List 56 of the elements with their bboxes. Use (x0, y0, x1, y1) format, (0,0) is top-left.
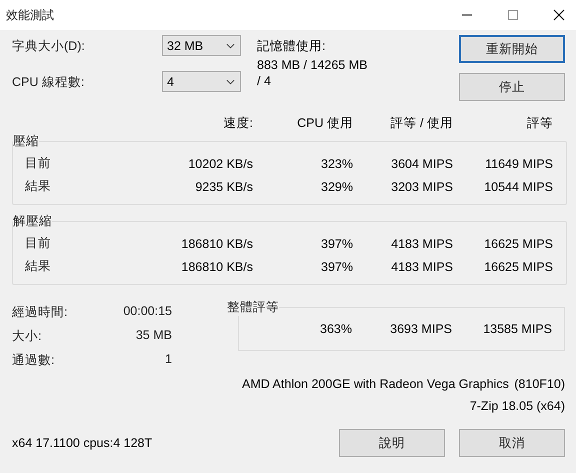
maximize-icon[interactable] (507, 9, 519, 21)
value-text: 4183 MIPS (390, 236, 453, 250)
stat-value: 00:00:15 (123, 304, 172, 320)
value-text: 16625 MIPS (483, 236, 553, 250)
row-label: 結果 (25, 178, 52, 195)
value-text: 11649 MIPS (484, 156, 553, 170)
value-text: 10202 KB/s (187, 156, 253, 170)
stat-value: 35 MB (136, 328, 172, 344)
version-text: 7-Zip 18.05 (x64) (468, 399, 565, 413)
setting-label: CPU 線程數: (12, 74, 86, 91)
value-text: 397% (320, 260, 353, 274)
info-text: / 4 (257, 74, 271, 88)
value-text: 3693 MIPS (389, 322, 452, 336)
setting-label: 字典大小(D): (12, 38, 86, 55)
value-text: 186810 KB/s (180, 260, 253, 274)
cpu-id: (810F10) (514, 377, 565, 391)
value-text: 3203 MIPS (390, 180, 453, 194)
value-text: 13585 MIPS (482, 322, 552, 336)
stat-label: 大小: (12, 328, 42, 345)
value-text: 363% (319, 322, 352, 336)
group-title: 整體評等 (227, 299, 279, 316)
button[interactable]: 停止 (459, 73, 565, 101)
value-text: 397% (320, 236, 353, 250)
value-text: 186810 KB/s (180, 236, 253, 250)
stat-value: 1 (165, 352, 172, 368)
group-title: 解壓縮 (13, 213, 52, 230)
value-text: 3604 MIPS (390, 156, 453, 170)
row-label: 結果 (25, 258, 52, 275)
row-label: 目前 (25, 235, 52, 252)
group-title: 壓縮 (13, 133, 39, 150)
value-text: 329% (320, 180, 353, 194)
cpu-name: AMD Athlon 200GE with Radeon Vega Graphics (242, 377, 509, 391)
value-text: 10544 MIPS (483, 180, 553, 194)
column-header: 評等 / 使用 (390, 115, 453, 132)
caret-icon (226, 78, 235, 84)
value-text: 4183 MIPS (390, 260, 453, 274)
button[interactable]: 說明 (339, 429, 445, 457)
info-text: 883 MB / 14265 MB (257, 58, 368, 72)
column-header: 速度: (222, 115, 253, 132)
dropdown[interactable]: 32 MB (162, 35, 241, 56)
stat-label: 經過時間: (12, 304, 68, 321)
column-header: CPU 使用 (296, 115, 353, 132)
value-text: 9235 KB/s (194, 180, 253, 194)
caret-icon (226, 42, 235, 48)
value-text: 16625 MIPS (483, 260, 553, 274)
window-title: 效能測試 (6, 6, 54, 24)
dropdown[interactable]: 4 (162, 71, 241, 92)
stat-label: 通過數: (12, 352, 54, 369)
info-text: 記憶體使用: (257, 38, 326, 55)
default-button[interactable]: 重新開始 (459, 35, 565, 63)
row-label: 目前 (25, 155, 52, 172)
close-icon[interactable] (553, 9, 565, 21)
button[interactable]: 取消 (459, 429, 565, 457)
system-info: x64 17.1100 cpus:4 128T (12, 436, 154, 450)
value-text: 323% (320, 156, 353, 170)
column-header: 評等 (526, 115, 553, 132)
